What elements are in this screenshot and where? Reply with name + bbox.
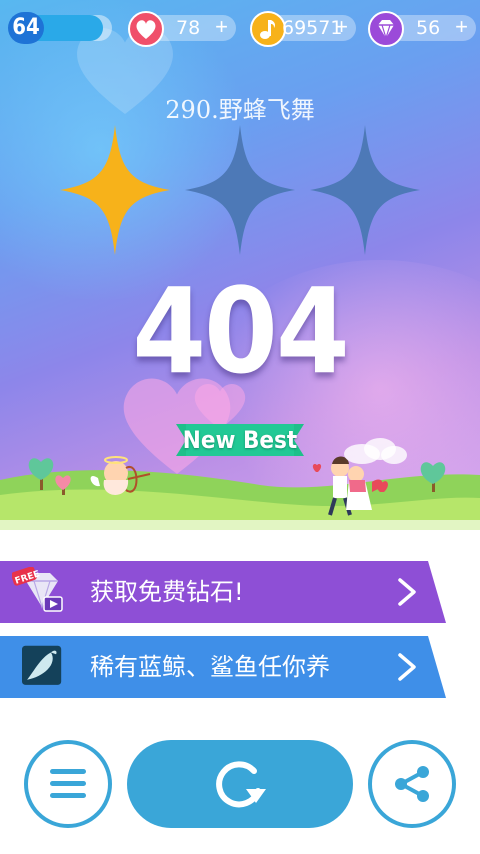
status-bar: 64 78 + 69571 + 56 + xyxy=(0,10,480,50)
gems-counter[interactable]: 56 + xyxy=(368,11,476,47)
hearts-value: 78 xyxy=(176,17,201,39)
share-button[interactable] xyxy=(368,740,456,828)
level-badge: 64 xyxy=(8,12,44,44)
music-note-icon xyxy=(250,11,286,47)
chevron-right-icon xyxy=(398,578,416,606)
replay-icon xyxy=(216,761,266,808)
heart-icon xyxy=(128,11,164,47)
promo-label: 稀有蓝鲸、鲨鱼任你养 xyxy=(90,653,330,681)
notes-value: 69571 xyxy=(282,17,343,39)
new-best-label: New Best xyxy=(182,426,298,454)
share-icon xyxy=(395,766,429,802)
hearts-counter[interactable]: 78 + xyxy=(128,11,236,47)
star-icon xyxy=(185,125,295,255)
chevron-right-icon xyxy=(398,653,416,681)
star-icon xyxy=(60,125,170,255)
notes-counter[interactable]: 69571 + xyxy=(250,11,356,47)
whale-icon xyxy=(22,645,62,685)
star-icon xyxy=(310,125,420,255)
rare-whale-promo[interactable]: 稀有蓝鲸、鲨鱼任你养 xyxy=(0,636,480,698)
menu-icon xyxy=(50,769,86,798)
song-title: 290.野蜂飞舞 xyxy=(165,96,315,124)
free-diamonds-promo[interactable]: FREE 获取免费钻石! xyxy=(0,561,480,623)
diamond-icon xyxy=(368,11,404,47)
promo-label: 获取免费钻石! xyxy=(90,578,244,606)
gems-value: 56 xyxy=(416,17,441,39)
free-diamond-video-icon: FREE xyxy=(12,567,63,612)
add-notes-button[interactable]: + xyxy=(335,15,348,41)
add-hearts-button[interactable]: + xyxy=(215,15,228,41)
menu-button[interactable] xyxy=(24,740,112,828)
small-heart-icon xyxy=(312,463,322,472)
score-value: 404 xyxy=(132,262,350,400)
add-gems-button[interactable]: + xyxy=(455,15,468,41)
star-rating xyxy=(60,125,420,255)
level-indicator: 64 xyxy=(8,12,112,44)
replay-button[interactable] xyxy=(127,740,353,828)
cloud-icon xyxy=(344,438,407,464)
